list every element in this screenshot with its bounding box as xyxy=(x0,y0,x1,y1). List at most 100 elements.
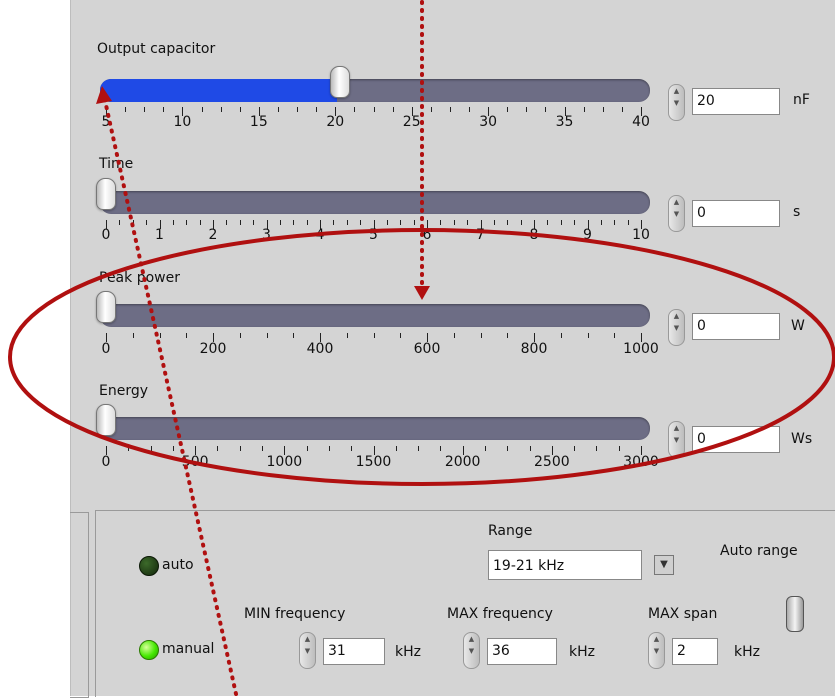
scale-tick xyxy=(574,220,576,225)
tick-label: 400 xyxy=(306,341,334,357)
scale-tick xyxy=(493,220,495,225)
scale-tick xyxy=(467,220,469,225)
peak-power-input[interactable]: 0 xyxy=(692,313,780,340)
scale-tick xyxy=(360,220,362,225)
output-capacitor-stepper[interactable]: ▲ ▼ xyxy=(668,84,685,121)
scale-tick xyxy=(125,107,127,112)
energy-unit: Ws xyxy=(791,431,813,447)
scale-tick xyxy=(596,446,598,451)
tick-label: 7 xyxy=(476,227,485,243)
max-span-label: MAX span xyxy=(648,606,718,622)
scale-tick xyxy=(560,333,562,338)
scale-tick xyxy=(226,220,228,225)
time-input[interactable]: 0 xyxy=(692,200,780,227)
tick-label: 2 xyxy=(208,227,218,243)
energy-input[interactable]: 0 xyxy=(692,426,780,453)
tick-label: 15 xyxy=(249,114,268,130)
min-frequency-input[interactable]: 31 xyxy=(323,638,385,665)
scale-tick xyxy=(293,333,295,338)
range-dropdown-button[interactable]: ▼ xyxy=(654,555,674,575)
output-capacitor-thumb[interactable] xyxy=(330,66,350,98)
tick-label: 30 xyxy=(479,114,498,130)
scale-tick xyxy=(614,220,616,225)
max-span-unit: kHz xyxy=(734,644,760,660)
scale-tick xyxy=(449,107,451,112)
range-label: Range xyxy=(488,523,533,539)
tick-label: 200 xyxy=(199,341,227,357)
tick-label: 5 xyxy=(369,227,378,243)
scale-tick xyxy=(621,107,623,112)
max-span-stepper[interactable]: ▲ ▼ xyxy=(648,632,665,669)
scale-tick xyxy=(600,220,602,225)
scale-tick xyxy=(529,446,531,451)
max-frequency-stepper[interactable]: ▲ ▼ xyxy=(463,632,480,669)
tick-label: 20 xyxy=(326,114,345,130)
scale-tick xyxy=(507,107,509,112)
output-capacitor-input[interactable]: 20 xyxy=(692,88,780,115)
tick-label: 5 xyxy=(101,114,111,130)
tick-label: 0 xyxy=(101,341,111,357)
scale-tick xyxy=(507,446,509,451)
auto-led[interactable] xyxy=(139,556,159,576)
scale-tick xyxy=(392,107,394,112)
scale-tick xyxy=(400,333,402,338)
tick-label: 1500 xyxy=(355,454,392,470)
scale-tick xyxy=(316,107,318,112)
manual-label: manual xyxy=(162,641,215,657)
scale-tick xyxy=(346,333,348,338)
scale-tick xyxy=(526,107,528,112)
max-frequency-unit: kHz xyxy=(569,644,595,660)
peak-power-thumb[interactable] xyxy=(96,291,116,323)
scale-tick xyxy=(547,220,549,225)
scale-tick xyxy=(159,333,161,338)
scale-tick xyxy=(172,446,174,451)
tick-label: 3 xyxy=(262,227,271,243)
tick-label: 2000 xyxy=(444,454,481,470)
scale-tick xyxy=(583,107,585,112)
min-frequency-stepper[interactable]: ▲ ▼ xyxy=(299,632,316,669)
auto-range-toggle[interactable] xyxy=(786,596,804,632)
scale-tick xyxy=(199,220,201,225)
max-frequency-input[interactable]: 36 xyxy=(487,638,557,665)
scale-tick xyxy=(480,333,482,338)
time-stepper[interactable]: ▲ ▼ xyxy=(668,195,685,232)
scale-tick xyxy=(520,220,522,225)
energy-slider[interactable] xyxy=(100,417,650,440)
energy-thumb[interactable] xyxy=(96,404,116,436)
scale-tick xyxy=(239,107,241,112)
time-slider[interactable] xyxy=(100,191,650,214)
scale-tick xyxy=(602,107,604,112)
scale-tick xyxy=(186,333,188,338)
min-frequency-label: MIN frequency xyxy=(244,606,346,622)
tick-label: 2500 xyxy=(534,454,570,470)
output-capacitor-slider[interactable] xyxy=(100,79,650,102)
scale-tick xyxy=(220,107,222,112)
scale-tick xyxy=(239,446,241,451)
peak-power-stepper[interactable]: ▲ ▼ xyxy=(668,309,685,346)
scale-tick xyxy=(277,107,279,112)
output-capacitor-fill xyxy=(100,79,337,102)
scale-tick xyxy=(440,220,442,225)
tick-label: 10 xyxy=(632,227,650,243)
peak-power-unit: W xyxy=(791,318,805,334)
energy-stepper[interactable]: ▲ ▼ xyxy=(668,421,685,458)
output-capacitor-unit: nF xyxy=(793,92,810,108)
scale-tick xyxy=(239,220,241,225)
scale-tick xyxy=(413,220,415,225)
scale-tick xyxy=(351,446,353,451)
max-span-input[interactable]: 2 xyxy=(672,638,718,665)
manual-led[interactable] xyxy=(139,640,159,660)
peak-power-slider[interactable] xyxy=(100,304,650,327)
scale-tick xyxy=(239,333,241,338)
tick-label: 10 xyxy=(173,114,192,130)
scale-tick xyxy=(627,220,629,225)
range-select[interactable]: 19-21 kHz xyxy=(488,550,642,580)
scale-tick xyxy=(430,107,432,112)
tick-label: 4 xyxy=(315,227,325,243)
scale-tick xyxy=(346,220,348,225)
scale-tick xyxy=(279,220,281,225)
scale-tick xyxy=(306,446,308,451)
scale-tick xyxy=(373,107,375,112)
scale-tick xyxy=(266,333,268,338)
time-thumb[interactable] xyxy=(96,178,116,210)
